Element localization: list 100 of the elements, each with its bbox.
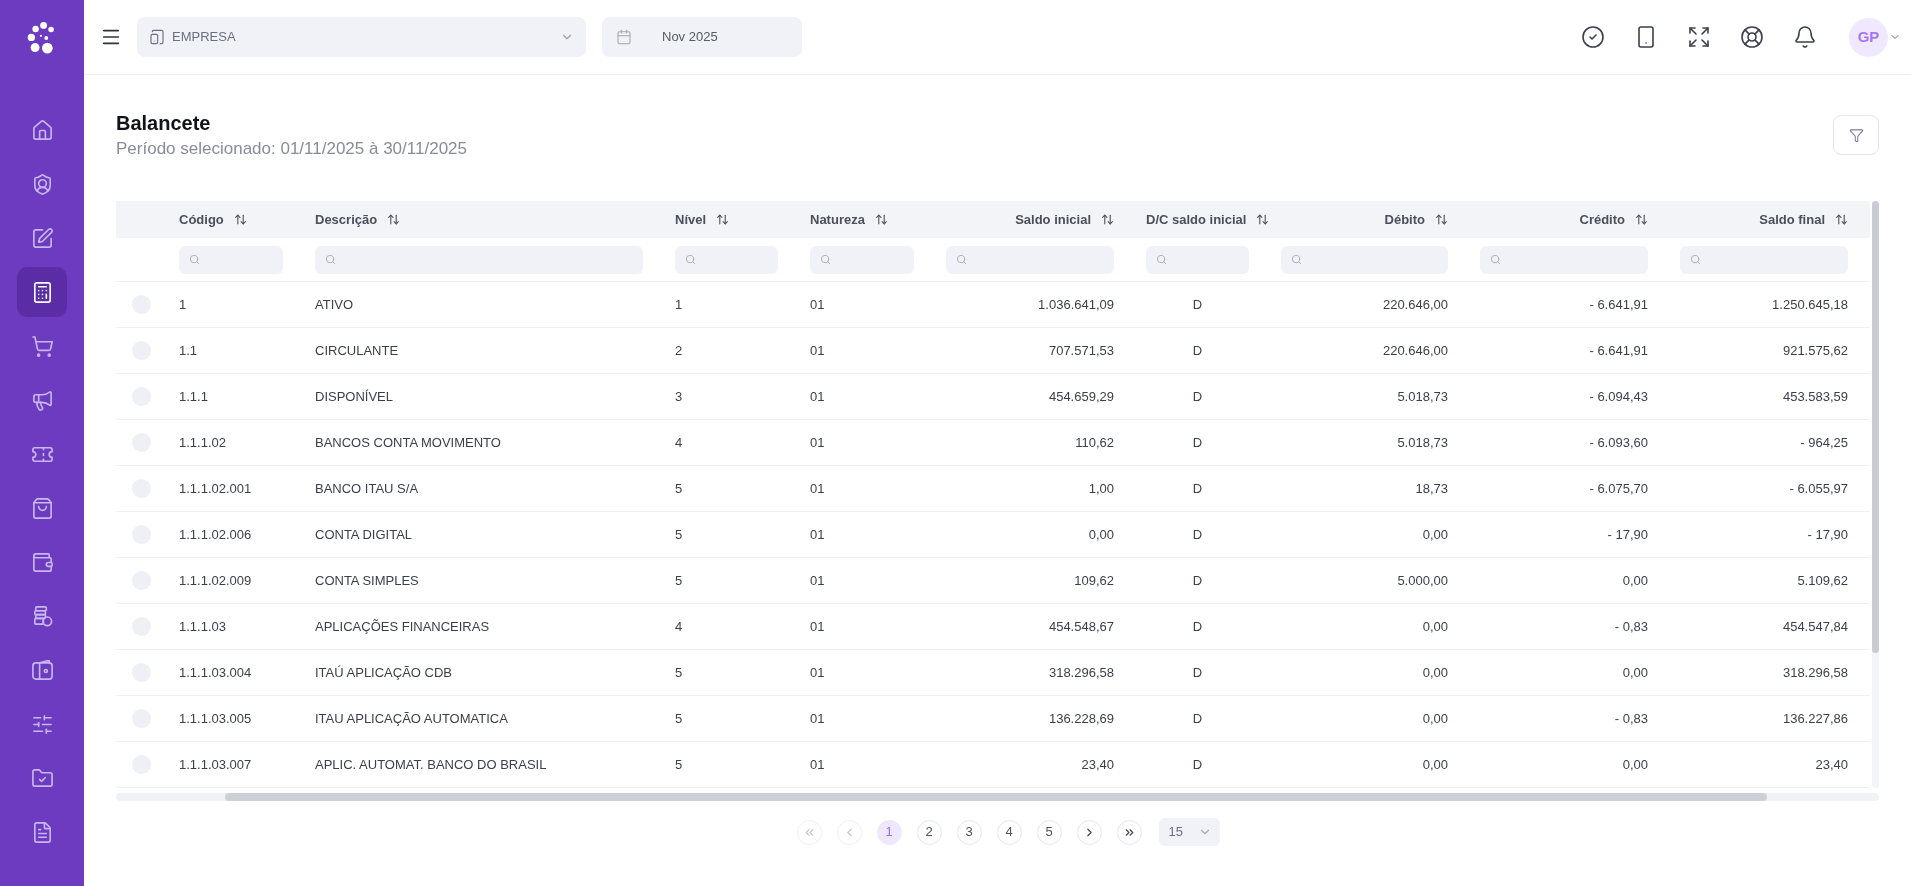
table-cell-text: 0,00	[1422, 525, 1448, 544]
table-cell-text: 0,00	[1088, 525, 1114, 544]
search-field[interactable]	[1680, 245, 1848, 274]
page-button[interactable]: 3	[956, 819, 982, 845]
search-field[interactable]	[1480, 245, 1648, 274]
table-cell-text: 01	[810, 295, 825, 314]
table-cell-text: 1.1.1	[179, 387, 208, 406]
table-cell-text: APLICAÇÕES FINANCEIRAS	[315, 617, 490, 636]
search-field[interactable]	[1281, 245, 1448, 274]
scrollbar-thumb[interactable]	[1872, 201, 1879, 653]
table-cell-text: 707.571,53	[1048, 341, 1114, 360]
table-cell-text: BANCO ITAU S/A	[315, 479, 419, 498]
period-field[interactable]: Nov 2025	[602, 17, 802, 57]
table-cell-text: 318.296,58	[1048, 663, 1114, 682]
table-cell-text: D	[1192, 295, 1203, 314]
company-select[interactable]: EMPRESA	[137, 17, 586, 57]
last-page-button[interactable]	[1116, 819, 1142, 845]
table-cell-text: 01	[810, 663, 825, 682]
table-cell-text: 1.1.1.03.004	[179, 663, 252, 682]
sort-icon	[233, 213, 247, 226]
table-cell-text: 01	[810, 617, 825, 636]
table-cell-text: 453.583,59	[1782, 387, 1848, 406]
table-cell-text: 01	[810, 387, 825, 406]
table-cell-text: - 17,90	[1807, 525, 1848, 544]
table-cell-text: 0,00	[1422, 755, 1448, 774]
bell-icon[interactable]	[1793, 25, 1817, 49]
table-cell-text: 4	[675, 433, 683, 452]
column-header[interactable]: Código	[179, 209, 247, 230]
search-icon	[189, 254, 200, 265]
home-icon	[30, 118, 54, 142]
table-cell-text: 01	[810, 571, 825, 590]
shopping-bag-icon	[30, 496, 54, 520]
table-cell-text: ATIVO	[315, 295, 354, 314]
table-cell-text: D	[1192, 341, 1203, 360]
search-field[interactable]	[675, 245, 778, 274]
table-cell-text: 01	[810, 433, 825, 452]
table-cell-text: 18,73	[1415, 479, 1448, 498]
page-size-select[interactable]: 15	[1158, 818, 1220, 846]
table-cell-text: 1.1.1.02	[179, 433, 226, 452]
devices-icon	[149, 29, 165, 45]
column-header[interactable]: Débito	[1384, 209, 1448, 230]
table-cell-text: 5.018,73	[1397, 433, 1448, 452]
table-cell-text: D	[1192, 755, 1203, 774]
lifebuoy-icon[interactable]	[1740, 25, 1764, 49]
table-cell-text: 0,00	[1622, 663, 1648, 682]
sort-icon	[716, 213, 730, 226]
table-cell-text: 5.018,73	[1397, 387, 1448, 406]
column-header[interactable]: D/C saldo inicial	[1146, 209, 1270, 230]
table-cell-text: 01	[810, 341, 825, 360]
search-field[interactable]	[810, 245, 914, 274]
sort-icon	[874, 213, 888, 226]
next-page-button[interactable]	[1076, 819, 1102, 845]
table-cell-text: - 6.094,43	[1589, 387, 1648, 406]
column-header[interactable]: Descrição	[315, 209, 401, 230]
column-header[interactable]: Crédito	[1579, 209, 1648, 230]
table-cell-text: 921.575,62	[1782, 341, 1848, 360]
table-cell-text: CONTA SIMPLES	[315, 571, 419, 590]
page-button[interactable]: 4	[996, 819, 1022, 845]
table-cell-text: DISPONÍVEL	[315, 387, 394, 406]
search-icon	[1291, 254, 1302, 265]
column-header[interactable]: Nível	[675, 209, 730, 230]
column-header[interactable]: Saldo inicial	[1015, 209, 1114, 230]
table-cell-text: - 6.093,60	[1589, 433, 1648, 452]
search-icon	[1690, 254, 1701, 265]
table-cell-text: CIRCULANTE	[315, 341, 399, 360]
page-button[interactable]: 2	[916, 819, 942, 845]
search-icon	[325, 254, 336, 265]
table-cell-text: - 6.641,91	[1589, 341, 1648, 360]
search-field[interactable]	[946, 245, 1114, 274]
table-cell-text: 5	[675, 709, 683, 728]
table-cell-text: 3	[675, 387, 683, 406]
table-cell-text: 454.659,29	[1048, 387, 1114, 406]
filter-icon	[1848, 127, 1864, 143]
check-circle-icon[interactable]	[1581, 25, 1605, 49]
table-cell-text: 5	[675, 755, 683, 774]
search-field[interactable]	[1146, 245, 1249, 274]
search-icon	[956, 254, 967, 265]
table-cell-text: 5	[675, 479, 683, 498]
table-cell-text: 01	[810, 479, 825, 498]
table-cell-text: D	[1192, 433, 1203, 452]
table-cell-text: 0,00	[1422, 663, 1448, 682]
sidebar-item[interactable]	[17, 267, 67, 317]
table-cell-text: - 6.641,91	[1589, 295, 1648, 314]
table-cell-text: 5.000,00	[1397, 571, 1448, 590]
table-cell-text: 4	[675, 617, 683, 636]
table-cell-text: 1	[179, 295, 187, 314]
column-header[interactable]: Natureza	[810, 209, 888, 230]
table-cell-text: - 6.055,97	[1789, 479, 1848, 498]
search-field[interactable]	[179, 245, 283, 274]
expand-icon[interactable]	[1687, 25, 1711, 49]
table-cell-text: 1	[675, 295, 683, 314]
table-cell-text: 220.646,00	[1382, 341, 1448, 360]
sort-icon	[1435, 213, 1448, 226]
page-button[interactable]: 5	[1036, 819, 1062, 845]
table-cell-text: - 6.075,70	[1589, 479, 1648, 498]
column-header[interactable]: Saldo final	[1759, 209, 1848, 230]
table-cell-text: 1.1.1.02.009	[179, 571, 252, 590]
table-cell-text: 5.109,62	[1797, 571, 1848, 590]
filter-button[interactable]	[1833, 115, 1879, 155]
search-field[interactable]	[315, 245, 643, 274]
